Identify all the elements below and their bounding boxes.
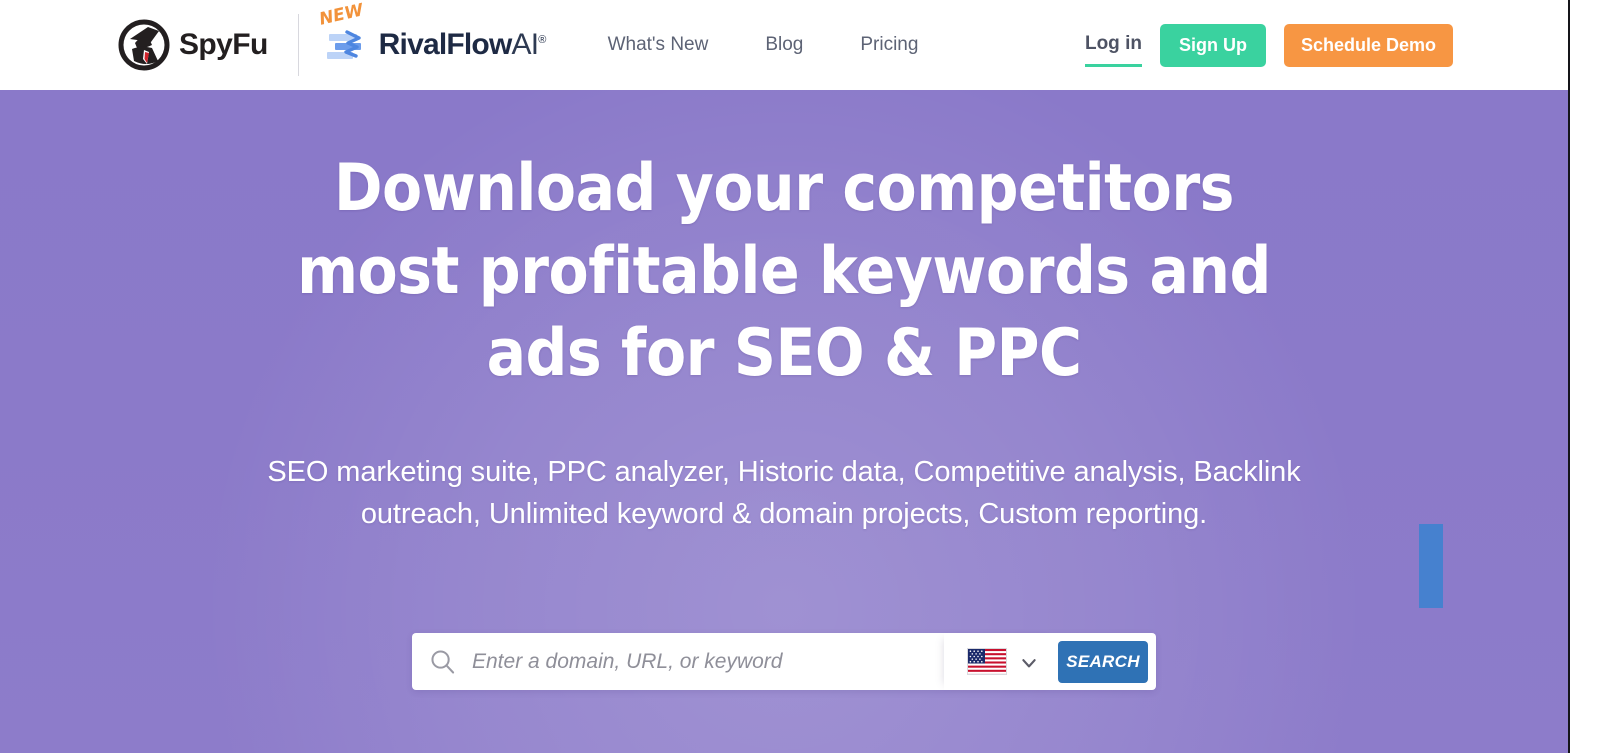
rivalflow-suffix: AI	[511, 28, 540, 61]
headline-line-2: most profitable keywords and	[297, 233, 1271, 309]
main-nav: What's New Blog Pricing	[608, 34, 919, 56]
site-header: SpyFu NEW RivalFlowAI® What's New Blog P…	[0, 0, 1568, 90]
rivalflow-name: RivalFlow	[378, 28, 513, 61]
hero-section: Download your competitors most profitabl…	[0, 90, 1568, 753]
rivalflow-logo[interactable]: NEW RivalFlowAI®	[317, 0, 547, 69]
search-button[interactable]: SEARCH	[1058, 640, 1148, 683]
country-select[interactable]	[944, 633, 1058, 690]
spyfu-logo[interactable]: SpyFu	[118, 19, 268, 71]
page-edge-line	[1568, 0, 1570, 753]
viewport-right-gutter	[1568, 0, 1600, 753]
spy-logo-icon	[118, 19, 170, 71]
headline-line-1: Download your competitors	[333, 151, 1235, 226]
domain-search-bar: SEARCH	[412, 633, 1156, 690]
carousel-slide-indicator[interactable]	[1419, 524, 1443, 608]
page-title: Download your competitors most profitabl…	[0, 148, 1568, 396]
nav-item-blog[interactable]: Blog	[765, 34, 803, 56]
search-input[interactable]	[472, 634, 944, 689]
brand-group: SpyFu NEW RivalFlowAI®	[118, 0, 547, 76]
header-actions: Log in Sign Up Schedule Demo	[1084, 23, 1453, 67]
headline-line-3: ads for SEO & PPC	[486, 316, 1082, 392]
rivalflow-wordmark: RivalFlowAI®	[378, 28, 547, 61]
hero-subheadline: SEO marketing suite, PPC analyzer, Histo…	[267, 456, 1301, 530]
chevron-down-icon	[1020, 654, 1036, 670]
registered-mark: ®	[538, 34, 546, 46]
schedule-demo-button[interactable]: Schedule Demo	[1283, 23, 1453, 67]
us-flag-icon	[966, 648, 1007, 675]
magnifier-icon	[412, 633, 472, 690]
brand-divider	[297, 14, 299, 76]
signup-button[interactable]: Sign Up	[1159, 23, 1266, 67]
page-root: SpyFu NEW RivalFlowAI® What's New Blog P…	[0, 0, 1568, 753]
stair-bars-icon	[325, 25, 369, 69]
nav-item-pricing[interactable]: Pricing	[860, 34, 918, 56]
spyfu-wordmark: SpyFu	[179, 28, 268, 61]
nav-item-whats-new[interactable]: What's New	[608, 34, 709, 56]
login-link[interactable]: Log in	[1084, 33, 1142, 67]
